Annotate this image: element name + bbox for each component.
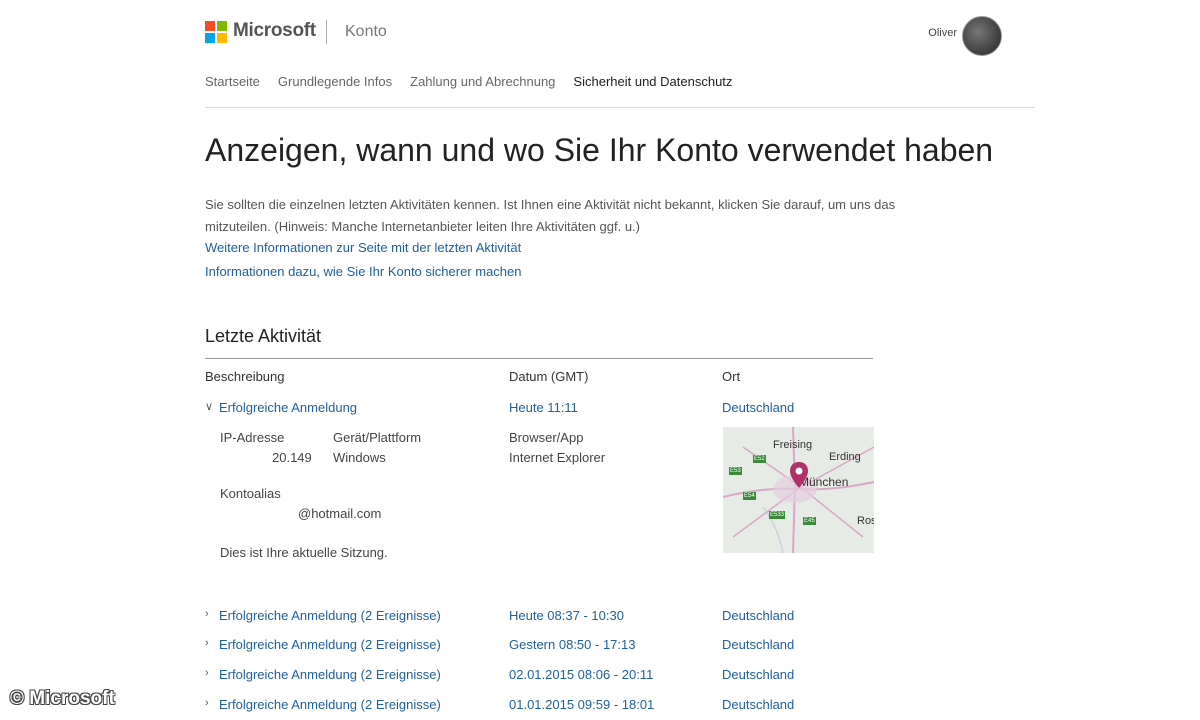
browser-value: Internet Explorer xyxy=(509,450,606,465)
intro-text: Sie sollten die einzelnen letzten Aktivi… xyxy=(205,197,896,234)
activity-date[interactable]: Heute 11:11 xyxy=(509,400,578,415)
map-city-label: Freising xyxy=(773,439,813,451)
column-header-description: Beschreibung xyxy=(205,369,285,384)
activity-description[interactable]: Erfolgreiche Anmeldung (2 Ereignisse) xyxy=(219,697,441,712)
nav-item-startseite[interactable]: Startseite xyxy=(205,74,260,89)
nav-item-zahlung[interactable]: Zahlung und Abrechnung xyxy=(410,74,555,89)
header-divider xyxy=(326,20,327,44)
location-map[interactable]: Freising Erding München Rose E52 E53 E45… xyxy=(723,427,874,553)
activity-description[interactable]: Erfolgreiche Anmeldung xyxy=(219,400,357,415)
browser-label: Browser/App xyxy=(509,430,584,445)
activity-date[interactable]: 01.01.2015 09:59 - 18:01 xyxy=(509,697,654,712)
section-title[interactable]: Konto xyxy=(345,23,387,41)
activity-row[interactable]: › Erfolgreiche Anmeldung (2 Ereignisse) … xyxy=(205,637,905,655)
activity-description[interactable]: Erfolgreiche Anmeldung (2 Ereignisse) xyxy=(219,667,441,682)
nav-item-sicherheit[interactable]: Sicherheit und Datenschutz xyxy=(573,74,732,89)
ip-label: IP-Adresse xyxy=(220,430,285,445)
chevron-right-icon[interactable]: › xyxy=(205,608,217,620)
copyright-watermark: © Microsoft xyxy=(10,688,115,709)
column-header-location: Ort xyxy=(722,369,741,384)
chevron-down-icon[interactable]: ∨ xyxy=(205,400,217,413)
chevron-right-icon[interactable]: › xyxy=(205,667,217,679)
activity-description[interactable]: Erfolgreiche Anmeldung (2 Ereignisse) xyxy=(219,637,441,652)
chevron-right-icon[interactable]: › xyxy=(205,697,217,709)
column-header-date: Datum (GMT) xyxy=(509,369,589,384)
map-highway-label: E53 xyxy=(729,467,742,475)
security-info-link[interactable]: Informationen dazu, wie Sie Ihr Konto si… xyxy=(205,264,522,279)
activity-date[interactable]: 02.01.2015 08:06 - 20:11 xyxy=(509,667,653,682)
alias-value: @hotmail.com xyxy=(298,506,382,521)
map-city-label: Erding xyxy=(829,451,861,463)
map-city-label: Rose xyxy=(857,515,874,527)
map-highway-label: E52 xyxy=(753,455,766,463)
activity-divider xyxy=(205,358,873,359)
map-highway-label: E54 xyxy=(743,492,756,500)
map-highway-label: E533 xyxy=(769,511,786,519)
activity-location[interactable]: Deutschland xyxy=(722,400,794,415)
device-label: Gerät/Plattform xyxy=(333,430,422,445)
session-note: Dies ist Ihre aktuelle Sitzung. xyxy=(220,545,388,560)
device-value: Windows xyxy=(333,450,386,465)
chevron-right-icon[interactable]: › xyxy=(205,637,217,649)
activity-date[interactable]: Heute 08:37 - 10:30 xyxy=(509,608,624,623)
activity-location[interactable]: Deutschland xyxy=(722,637,794,652)
activity-description[interactable]: Erfolgreiche Anmeldung (2 Ereignisse) xyxy=(219,608,441,623)
activity-heading: Letzte Aktivität xyxy=(205,326,322,346)
activity-row-expanded[interactable]: ∨ Erfolgreiche Anmeldung Heute 11:11 Deu… xyxy=(205,400,905,418)
activity-date[interactable]: Gestern 08:50 - 17:13 xyxy=(509,637,635,652)
map-pin-icon xyxy=(790,462,808,488)
top-nav: Startseite Grundlegende Infos Zahlung un… xyxy=(205,74,732,89)
nav-divider xyxy=(205,107,1035,108)
more-info-link[interactable]: Weitere Informationen zur Seite mit der … xyxy=(205,240,521,255)
header: Microsoft Konto Oliver xyxy=(205,16,1035,56)
microsoft-logo-icon[interactable] xyxy=(205,21,227,43)
ip-value: 20.149 xyxy=(272,450,312,465)
activity-row[interactable]: › Erfolgreiche Anmeldung (2 Ereignisse) … xyxy=(205,667,905,685)
activity-row[interactable]: › Erfolgreiche Anmeldung (2 Ereignisse) … xyxy=(205,697,905,715)
activity-row[interactable]: › Erfolgreiche Anmeldung (2 Ereignisse) … xyxy=(205,608,905,626)
map-highway-label: E45 xyxy=(803,517,816,525)
activity-location[interactable]: Deutschland xyxy=(722,608,794,623)
activity-location[interactable]: Deutschland xyxy=(722,697,794,712)
activity-location[interactable]: Deutschland xyxy=(722,667,794,682)
avatar[interactable] xyxy=(962,16,1002,56)
alias-label: Kontoalias xyxy=(220,486,281,501)
brand-name[interactable]: Microsoft xyxy=(233,20,316,42)
nav-item-grundlegende-infos[interactable]: Grundlegende Infos xyxy=(278,74,392,89)
user-name[interactable]: Oliver xyxy=(928,27,957,39)
page-title: Anzeigen, wann und wo Sie Ihr Konto verw… xyxy=(205,132,994,168)
